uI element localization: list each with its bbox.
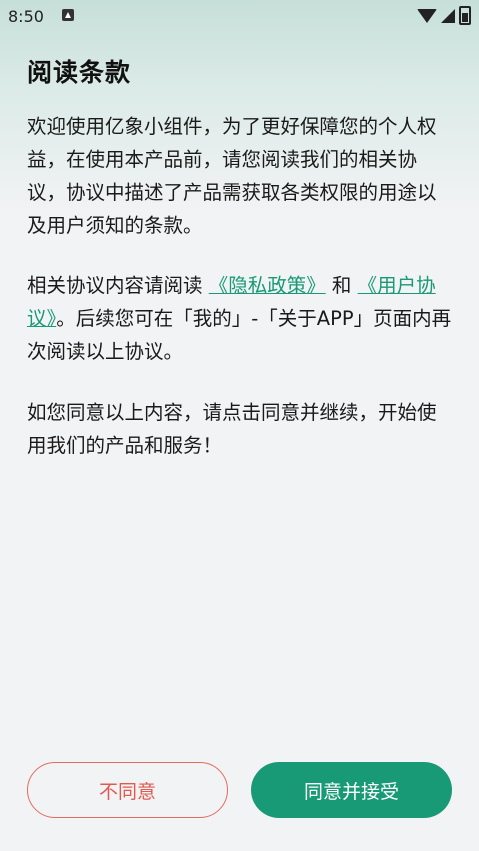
agreement-info-text: 相关协议内容请阅读 《隐私政策》 和 《用户协议》。后续您可在「我的」-「关于A… xyxy=(27,269,455,368)
wifi-icon xyxy=(417,8,437,23)
status-icons xyxy=(417,6,471,25)
agreement-prefix: 相关协议内容请阅读 xyxy=(27,274,209,297)
agreement-and: 和 xyxy=(325,274,358,297)
accept-button[interactable]: 同意并接受 xyxy=(251,762,452,818)
terms-intro-text: 欢迎使用亿象小组件，为了更好保障您的个人权益，在使用本产品前，请您阅读我们的相关… xyxy=(27,115,437,237)
status-time: 8:50 xyxy=(8,7,44,26)
status-bar: 8:50 xyxy=(0,0,479,34)
notification-icon xyxy=(62,9,74,21)
consent-text: 如您同意以上内容，请点击同意并继续，开始使用我们的产品和服务！ xyxy=(27,401,437,457)
decline-button[interactable]: 不同意 xyxy=(27,762,228,818)
cellular-signal-icon xyxy=(441,8,455,23)
privacy-policy-link[interactable]: 《隐私政策》 xyxy=(209,274,326,297)
page-title: 阅读条款 xyxy=(27,58,132,87)
battery-icon xyxy=(459,6,471,25)
agreement-suffix: 。后续您可在「我的」-「关于APP」页面内再次阅读以上协议。 xyxy=(27,307,452,363)
